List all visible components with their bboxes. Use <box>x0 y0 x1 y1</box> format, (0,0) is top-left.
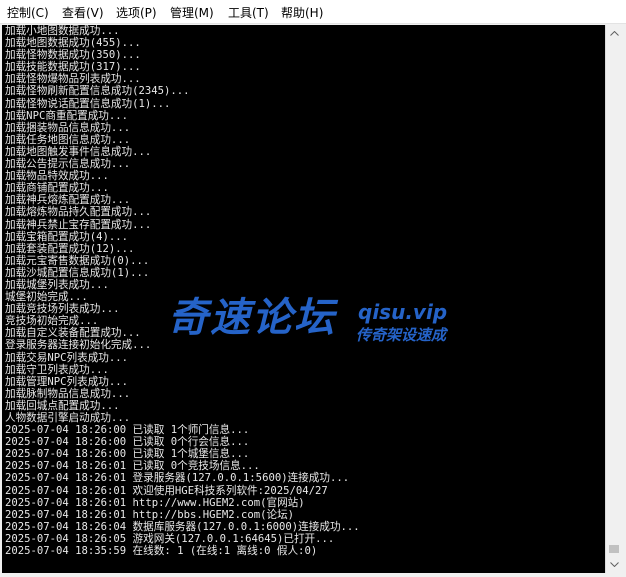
log-line: 2025-07-04 18:26:01 登录服务器(127.0.0.1:5600… <box>5 472 350 485</box>
log-line: 城堡初始完成... <box>5 291 88 304</box>
log-line: 2025-07-04 18:26:00 已读取 1个师门信息... <box>5 424 250 437</box>
log-line: 加载竞技场列表成功... <box>5 303 120 316</box>
log-line: 加载怪物爆物品列表成功... <box>5 73 141 86</box>
menu-manage[interactable]: 管理(M) <box>170 4 214 21</box>
log-line: 加载守卫列表成功... <box>5 363 109 376</box>
log-line: 2025-07-04 18:26:04 数据库服务器(127.0.0.1:600… <box>5 520 360 533</box>
menu-control[interactable]: 控制(C) <box>7 4 49 21</box>
log-line: 加载神兵禁止宝存配置成功... <box>5 218 152 231</box>
log-line: 加载沙城配置信息成功(1)... <box>5 266 150 279</box>
menu-tools[interactable]: 工具(T) <box>228 4 269 21</box>
log-line: 加载任务地图信息成功... <box>5 133 131 146</box>
log-line: 加载怪物说话配置信息成功(1)... <box>5 97 171 110</box>
log-lines: 加载小地图数据成功... 加载地图数据成功(455)... 加载怪物数据成功(350… <box>5 25 360 557</box>
watermark-site: qisu.vip <box>358 300 448 324</box>
log-line: 加载自定义装备配置成功... <box>5 327 141 340</box>
log-line: 加载公告提示信息成功... <box>5 158 131 171</box>
log-line: 2025-07-04 18:26:01 已读取 0个竞技场信息... <box>5 460 260 473</box>
log-line: 2025-07-04 18:26:01 http://bbs.HGEM2.com… <box>5 508 295 521</box>
log-line: 加载脉制物品信息成功... <box>5 387 131 400</box>
menu-help[interactable]: 帮助(H) <box>281 4 323 21</box>
log-line: 加载怪物刷新配置信息成功(2345)... <box>5 85 190 98</box>
log-line: 加载小地图数据成功... <box>5 25 120 37</box>
watermark-tagline: 传奇架设速成 <box>356 326 447 344</box>
log-line: 2025-07-04 18:26:00 已读取 1个城堡信息... <box>5 448 250 461</box>
log-line: 加载NPC商重配置成功... <box>5 109 129 122</box>
log-line: 加载城堡列表成功... <box>5 278 109 291</box>
log-line: 加载管理NPC列表成功... <box>5 375 129 388</box>
log-line: 人物数据引擎启动成功... <box>5 412 131 424</box>
vertical-scrollbar[interactable] <box>605 25 622 573</box>
log-line: 竞技场初始完成... <box>5 315 99 328</box>
log-line: 加载地图触发事件信息成功... <box>5 145 152 158</box>
window-bottom-edge <box>0 573 626 577</box>
menu-bar: 控制(C) 查看(V) 选项(P) 管理(M) 工具(T) 帮助(H) <box>0 0 626 24</box>
scroll-up-arrow-icon[interactable] <box>606 25 622 42</box>
log-line: 加载熔炼物品持久配置成功... <box>5 206 152 219</box>
log-line: 加载交易NPC列表成功... <box>5 351 129 364</box>
log-line: 加载怪物数据成功(350)... <box>5 49 141 62</box>
log-line: 2025-07-04 18:26:01 欢迎使用HGE科技系列软件:2025/0… <box>5 484 328 497</box>
log-line: 加载元宝寄售数据成功(0)... <box>5 254 150 267</box>
scroll-down-arrow-icon[interactable] <box>606 556 622 573</box>
log-line: 加载回城点配置成功... <box>5 399 120 412</box>
log-line: 登录服务器连接初始化完成... <box>5 339 152 352</box>
menu-view[interactable]: 查看(V) <box>62 4 104 21</box>
log-line: 加载地图数据成功(455)... <box>5 37 141 50</box>
log-line: 加载商铺配置成功... <box>5 182 109 195</box>
log-line: 2025-07-04 18:26:01 http://www.HGEM2.com… <box>5 496 305 509</box>
log-line: 2025-07-04 18:26:00 已读取 0个行会信息... <box>5 436 250 449</box>
log-line: 加载神兵熔炼配置成功... <box>5 194 131 207</box>
log-line: 加载套装配置成功(12)... <box>5 242 135 255</box>
log-line: 加载宝箱配置成功(4)... <box>5 230 129 243</box>
menu-options[interactable]: 选项(P) <box>116 4 157 21</box>
log-console[interactable]: 加载小地图数据成功... 加载地图数据成功(455)... 加载怪物数据成功(350… <box>2 25 605 573</box>
scrollbar-thumb[interactable] <box>609 545 619 553</box>
log-line: 2025-07-04 18:26:05 游戏网关(127.0.0.1:64645… <box>5 532 335 545</box>
log-line: 加载捆装物品信息成功... <box>5 121 131 134</box>
log-line: 加载物品特效成功... <box>5 170 109 183</box>
log-line: 2025-07-04 18:35:59 在线数: 1 (在线:1 离线:0 假人… <box>5 545 318 558</box>
log-line: 加载技能数据成功(317)... <box>5 61 141 74</box>
